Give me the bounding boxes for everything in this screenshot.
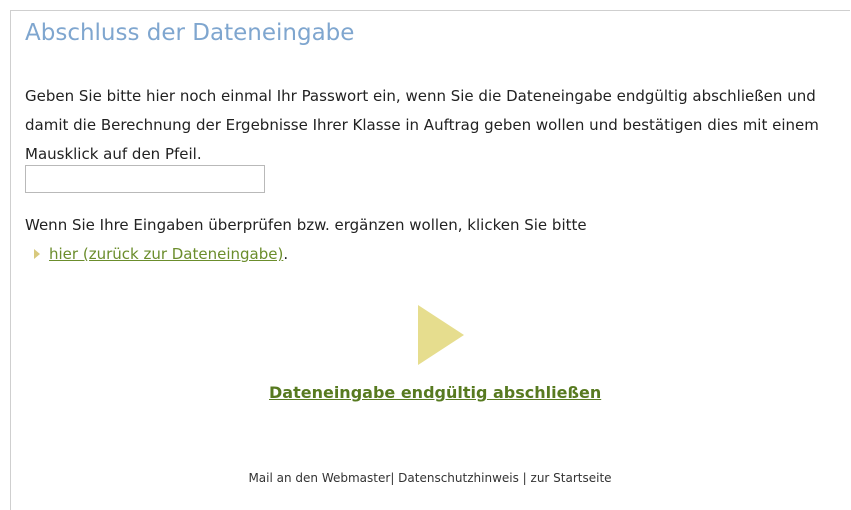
page-title: Abschluss der Dateneingabe — [25, 20, 355, 46]
back-link-suffix: . — [283, 245, 289, 263]
back-link-row: hier (zurück zur Dateneingabe). — [34, 242, 288, 266]
footer-separator: | — [390, 471, 399, 485]
footer-mail-link[interactable]: Mail an den Webmaster — [248, 471, 390, 485]
submit-arrow-icon[interactable] — [417, 304, 465, 366]
instruction-text: Geben Sie bitte hier noch einmal Ihr Pas… — [25, 87, 819, 163]
password-input[interactable] — [25, 165, 265, 193]
finish-data-entry-link[interactable]: Dateneingabe endgültig abschließen — [269, 383, 601, 402]
footer-privacy-link[interactable]: Datenschutzhinweis — [398, 471, 519, 485]
footer-separator: | — [518, 471, 531, 485]
back-to-data-entry-link[interactable]: hier (zurück zur Dateneingabe) — [49, 245, 283, 263]
footer: Mail an den Webmaster| Datenschutzhinwei… — [0, 471, 851, 485]
footer-home-link[interactable]: zur Startseite — [531, 471, 612, 485]
review-text: Wenn Sie Ihre Eingaben überprüfen bzw. e… — [25, 216, 587, 234]
small-arrow-icon — [34, 248, 40, 259]
